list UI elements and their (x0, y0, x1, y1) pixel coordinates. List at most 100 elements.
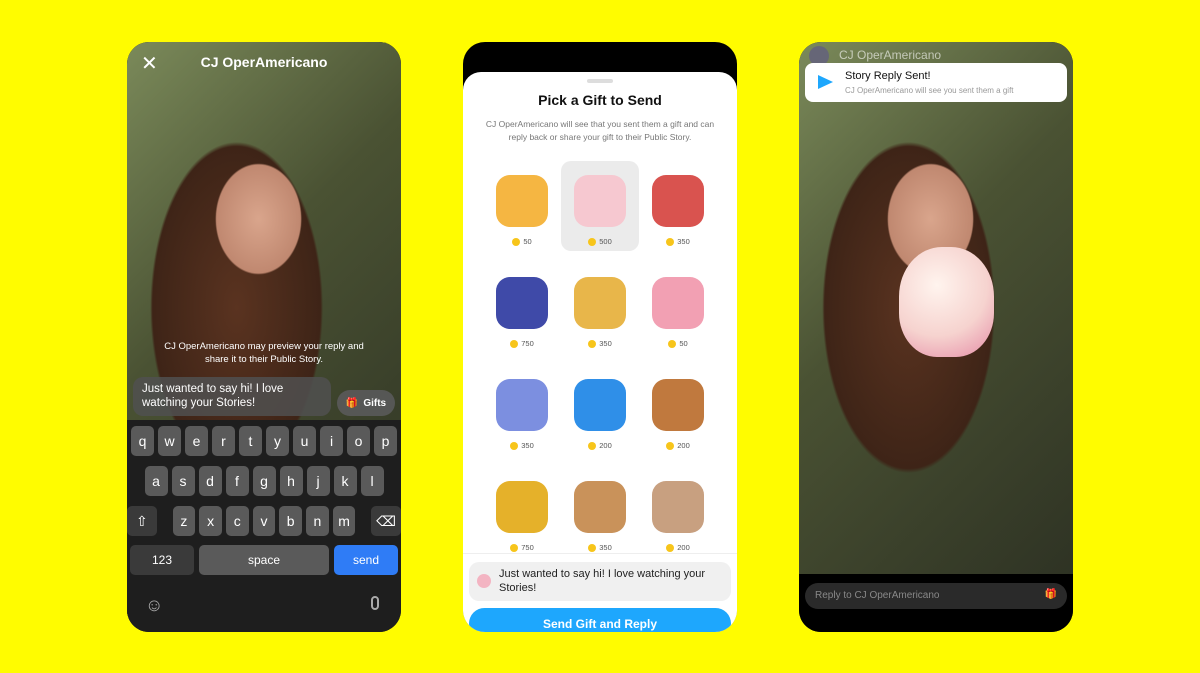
teddy-bear-icon (652, 379, 704, 431)
emoji-icon[interactable]: ☺ (145, 595, 163, 616)
gift-pizza[interactable]: 350 (561, 467, 639, 557)
price-value: 50 (523, 237, 532, 246)
send-gift-button[interactable]: Send Gift and Reply (469, 608, 731, 632)
gift-love-letter[interactable]: 50 (483, 161, 561, 251)
gifts-label: Gifts (363, 397, 387, 409)
gift-vip-pass[interactable]: 750 (483, 263, 561, 353)
key-e[interactable]: e (185, 426, 208, 456)
gift-icon[interactable]: 🎁 (1045, 589, 1057, 600)
dropped-ice-cream-icon (652, 277, 704, 329)
gift-price: 350 (510, 441, 534, 450)
coin-icon (510, 339, 519, 348)
gift-bouquet[interactable]: 350 (483, 365, 561, 455)
gift-price: 200 (588, 441, 612, 450)
key-k[interactable]: k (333, 466, 357, 496)
numbers-key[interactable]: 123 (130, 545, 194, 575)
send-arrow-icon (818, 75, 833, 89)
gift-sad-balloon[interactable]: 200 (561, 365, 639, 455)
love-letter-icon (496, 175, 548, 227)
gift-rocket[interactable]: 350 (639, 161, 717, 251)
reply-input[interactable]: Just wanted to say hi! I love watching y… (133, 377, 331, 416)
key-g[interactable]: g (252, 466, 276, 496)
key-r[interactable]: r (212, 426, 235, 456)
gift-clapping-trophy[interactable]: 350 (561, 263, 639, 353)
gift-price: 500 (588, 237, 612, 246)
coin-icon (588, 237, 597, 246)
gift-unicorn[interactable]: 500 (561, 161, 639, 251)
key-t[interactable]: t (239, 426, 262, 456)
key-f[interactable]: f (225, 466, 249, 496)
key-m[interactable]: m (332, 506, 356, 536)
key-y[interactable]: y (266, 426, 289, 456)
key-a[interactable]: a (144, 466, 168, 496)
reply-placeholder: Reply to CJ OperAmericano (815, 590, 940, 601)
key-p[interactable]: p (374, 426, 397, 456)
story-reply-phone: ✕ CJ OperAmericano CJ OperAmericano may … (127, 42, 401, 632)
key-n[interactable]: n (306, 506, 329, 536)
price-value: 200 (677, 441, 690, 450)
gift-price: 50 (668, 339, 688, 348)
shift-key[interactable]: ⇧ (127, 506, 157, 536)
gift-gold-trophy[interactable]: 750 (483, 467, 561, 557)
price-value: 750 (521, 339, 534, 348)
gift-grid: 50 500 350 750 350 50 350 200 200 750 350 200 (483, 161, 719, 557)
gift-dropped-ice-cream[interactable]: 50 (639, 263, 717, 353)
key-o[interactable]: o (347, 426, 370, 456)
gifts-button[interactable]: 🎁 Gifts (337, 390, 395, 416)
preview-notice: CJ OperAmericano may preview your reply … (164, 341, 364, 365)
coin-icon (588, 441, 597, 450)
reply-text: Just wanted to say hi! I love watching y… (499, 568, 706, 594)
coffee-icon (652, 481, 704, 533)
rocket-icon (652, 175, 704, 227)
coin-icon (510, 441, 519, 450)
gift-price: 200 (666, 441, 690, 450)
story-username: CJ OperAmericano (839, 48, 942, 62)
gift-coffee[interactable]: 200 (639, 467, 717, 557)
coin-icon (510, 543, 519, 552)
microphone-icon[interactable] (371, 596, 379, 610)
coin-icon (668, 339, 677, 348)
key-j[interactable]: j (306, 466, 330, 496)
sheet-description: CJ OperAmericano will see that you sent … (485, 119, 715, 142)
unicorn-icon (574, 175, 626, 227)
key-d[interactable]: d (198, 466, 222, 496)
reply-sent-notification[interactable]: Story Reply Sent! CJ OperAmericano will … (805, 63, 1067, 102)
space-key[interactable]: space (199, 545, 329, 575)
key-x[interactable]: x (199, 506, 222, 536)
key-v[interactable]: v (252, 506, 276, 536)
gift-sheet: Pick a Gift to Send CJ OperAmericano wil… (463, 72, 737, 632)
gift-price: 750 (510, 543, 534, 552)
key-s[interactable]: s (171, 466, 195, 496)
sheet-handle[interactable] (587, 79, 613, 83)
key-c[interactable]: c (225, 506, 249, 536)
gift-price: 350 (588, 543, 612, 552)
backspace-key[interactable]: ⌫ (371, 506, 401, 536)
gift-teddy-bear[interactable]: 200 (639, 365, 717, 455)
key-u[interactable]: u (293, 426, 316, 456)
gift-thumbnail-icon (477, 574, 491, 588)
reply-message[interactable]: Just wanted to say hi! I love watching y… (469, 562, 731, 601)
key-i[interactable]: i (320, 426, 343, 456)
price-value: 350 (599, 543, 612, 552)
gold-trophy-icon (496, 481, 548, 533)
key-z[interactable]: z (172, 506, 196, 536)
reply-input[interactable]: Reply to CJ OperAmericano 🎁 (805, 583, 1067, 609)
coin-icon (588, 543, 597, 552)
unicorn-gift-sticker (899, 247, 994, 357)
key-w[interactable]: w (158, 426, 181, 456)
notification-subtitle: CJ OperAmericano will see you sent them … (845, 86, 1014, 95)
key-h[interactable]: h (279, 466, 303, 496)
keyboard: qwertyuiop asdfghjkl ⇧ z x c v b n m ⌫ 123 space… (127, 420, 401, 632)
key-l[interactable]: l (360, 466, 384, 496)
coin-icon (588, 339, 597, 348)
story-username: CJ OperAmericano (200, 54, 328, 70)
reply-sent-phone: CJ OperAmericano Story Reply Sent! CJ Op… (799, 42, 1073, 632)
gift-price: 750 (510, 339, 534, 348)
price-value: 350 (599, 339, 612, 348)
price-value: 200 (677, 543, 690, 552)
send-key[interactable]: send (334, 545, 398, 575)
key-q[interactable]: q (131, 426, 154, 456)
gift-price: 200 (666, 543, 690, 552)
key-b[interactable]: b (279, 506, 303, 536)
gift-picker-phone: Pick a Gift to Send CJ OperAmericano wil… (463, 42, 737, 632)
